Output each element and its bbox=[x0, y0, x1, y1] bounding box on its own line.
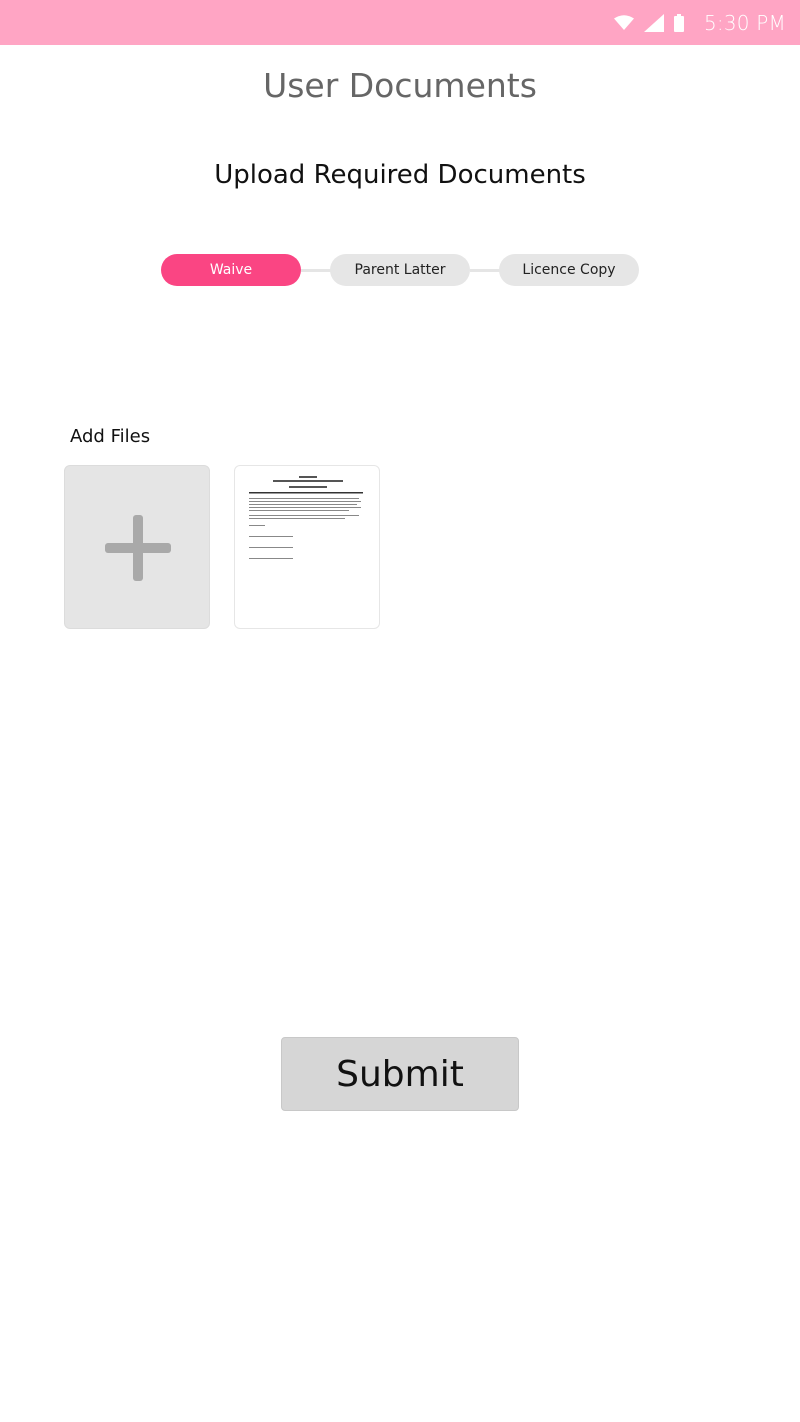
document-icon bbox=[247, 474, 369, 578]
wifi-icon bbox=[614, 14, 634, 31]
status-icons: 5:30 PM bbox=[614, 0, 786, 45]
stepper-connector bbox=[301, 269, 331, 272]
plus-icon bbox=[105, 515, 171, 585]
add-files-label: Add Files bbox=[70, 426, 151, 447]
battery-icon bbox=[674, 13, 684, 32]
status-time: 5:30 PM bbox=[704, 10, 786, 35]
step-parent-latter[interactable]: Parent Latter bbox=[330, 254, 470, 286]
document-stepper: Waive Parent Latter Licence Copy bbox=[161, 254, 639, 286]
submit-button[interactable]: Submit bbox=[281, 1037, 519, 1111]
uploaded-document-thumbnail[interactable] bbox=[234, 465, 380, 629]
step-waive[interactable]: Waive bbox=[161, 254, 301, 286]
status-bar: 5:30 PM bbox=[0, 0, 800, 45]
page-title: User Documents bbox=[263, 66, 537, 105]
section-title: Upload Required Documents bbox=[214, 160, 586, 190]
add-file-button[interactable] bbox=[64, 465, 210, 629]
signal-icon bbox=[644, 13, 664, 32]
stepper-connector bbox=[470, 269, 500, 272]
step-licence-copy[interactable]: Licence Copy bbox=[499, 254, 639, 286]
